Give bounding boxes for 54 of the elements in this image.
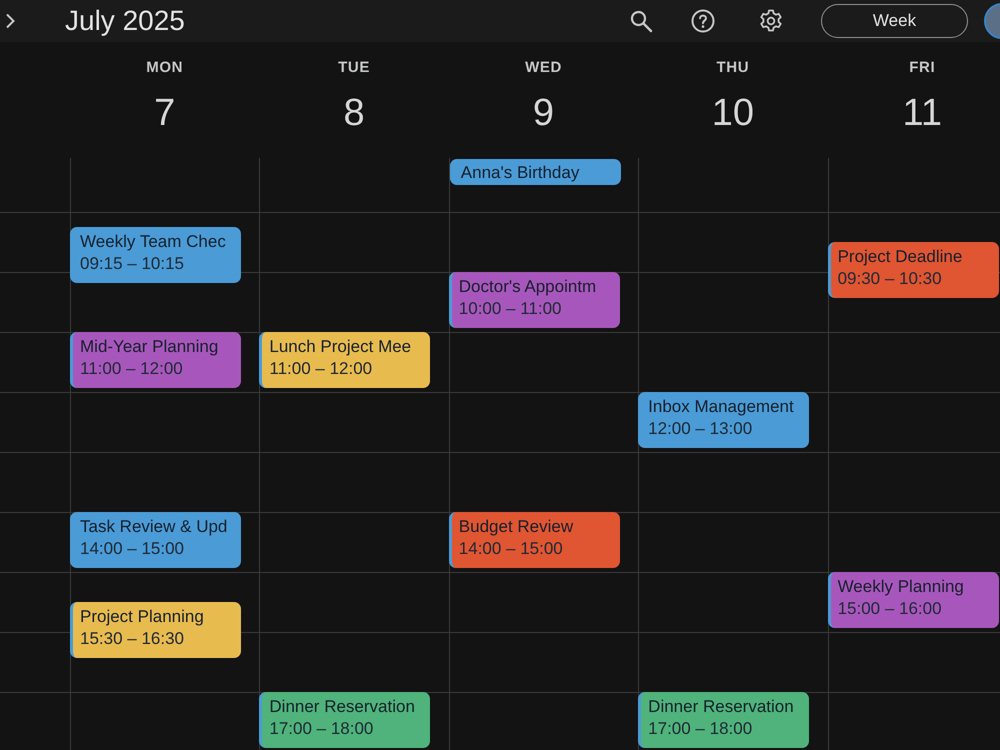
weekday-label: FRI: [909, 59, 936, 76]
help-icon[interactable]: [691, 9, 715, 33]
event-card[interactable]: Inbox Management 12:00 – 13:00: [638, 392, 810, 448]
search-icon[interactable]: [629, 9, 653, 33]
event-time: 14:00 – 15:00: [80, 538, 185, 560]
date-number[interactable]: 10: [712, 92, 754, 135]
event-title: Doctor's Appointm: [458, 276, 598, 297]
event-card[interactable]: Doctor's Appointm 10:00 – 11:00: [448, 272, 620, 328]
event-title: Dinner Reservation: [269, 696, 416, 717]
event-time: 09:15 – 10:15: [80, 253, 185, 275]
event-title: Project Planning: [80, 606, 205, 627]
event-time: 17:00 – 18:00: [648, 718, 754, 740]
date-number[interactable]: 8: [344, 92, 365, 135]
event-title: Project Deadline: [838, 246, 964, 267]
event-time: 11:00 – 12:00: [80, 358, 184, 380]
event-title: Anna's Birthday: [460, 162, 580, 183]
event-title: Weekly Team Chec: [80, 231, 227, 252]
event-time: 15:00 – 16:00: [838, 598, 943, 620]
weekday-label: MON: [146, 59, 184, 76]
event-card[interactable]: Task Review & Upd 14:00 – 15:00: [70, 512, 241, 568]
event-card[interactable]: Budget Review 14:00 – 15:00: [448, 512, 620, 568]
event-card[interactable]: Lunch Project Mee 11:00 – 12:00: [259, 332, 430, 388]
event-card[interactable]: Project Planning 15:30 – 16:30: [70, 602, 241, 658]
date-number[interactable]: 11: [902, 92, 942, 135]
weekday-label: THU: [716, 59, 750, 76]
weekday-label: TUE: [338, 59, 370, 76]
event-title: Mid-Year Planning: [80, 336, 220, 357]
event-title: Task Review & Upd: [80, 516, 228, 537]
event-title: Inbox Management: [648, 396, 795, 417]
view-dropdown-button[interactable]: Week: [821, 4, 968, 38]
chevron-right-icon[interactable]: [5, 13, 15, 29]
event-card[interactable]: Dinner Reservation 17:00 – 18:00: [638, 692, 810, 748]
date-number[interactable]: 7: [154, 92, 176, 135]
event-time: 12:00 – 13:00: [648, 418, 754, 440]
event-time: 15:30 – 16:30: [80, 628, 185, 650]
event-time: 14:00 – 15:00: [458, 538, 564, 560]
event-card[interactable]: Project Deadline 09:30 – 10:30: [828, 242, 999, 298]
event-title: Lunch Project Mee: [269, 336, 412, 357]
event-title: Budget Review: [458, 516, 574, 537]
event-time: 09:30 – 10:30: [838, 268, 943, 290]
settings-icon[interactable]: [759, 9, 783, 33]
event-chip[interactable]: Anna's Birthday: [450, 159, 621, 185]
event-time: 10:00 – 11:00: [458, 298, 563, 320]
event-card[interactable]: Dinner Reservation 17:00 – 18:00: [259, 692, 430, 748]
event-title: Dinner Reservation: [648, 696, 795, 717]
month-title: July 2025: [65, 5, 185, 37]
event-time: 17:00 – 18:00: [269, 718, 374, 740]
weekday-label: WED: [525, 59, 562, 76]
date-number[interactable]: 9: [532, 92, 554, 135]
event-time: 11:00 – 12:00: [269, 358, 374, 380]
event-card[interactable]: Mid-Year Planning 11:00 – 12:00: [70, 332, 241, 388]
event-card[interactable]: Weekly Planning 15:00 – 16:00: [828, 572, 999, 628]
event-card[interactable]: Weekly Team Chec 09:15 – 10:15: [70, 227, 241, 283]
event-title: Weekly Planning: [838, 576, 965, 597]
